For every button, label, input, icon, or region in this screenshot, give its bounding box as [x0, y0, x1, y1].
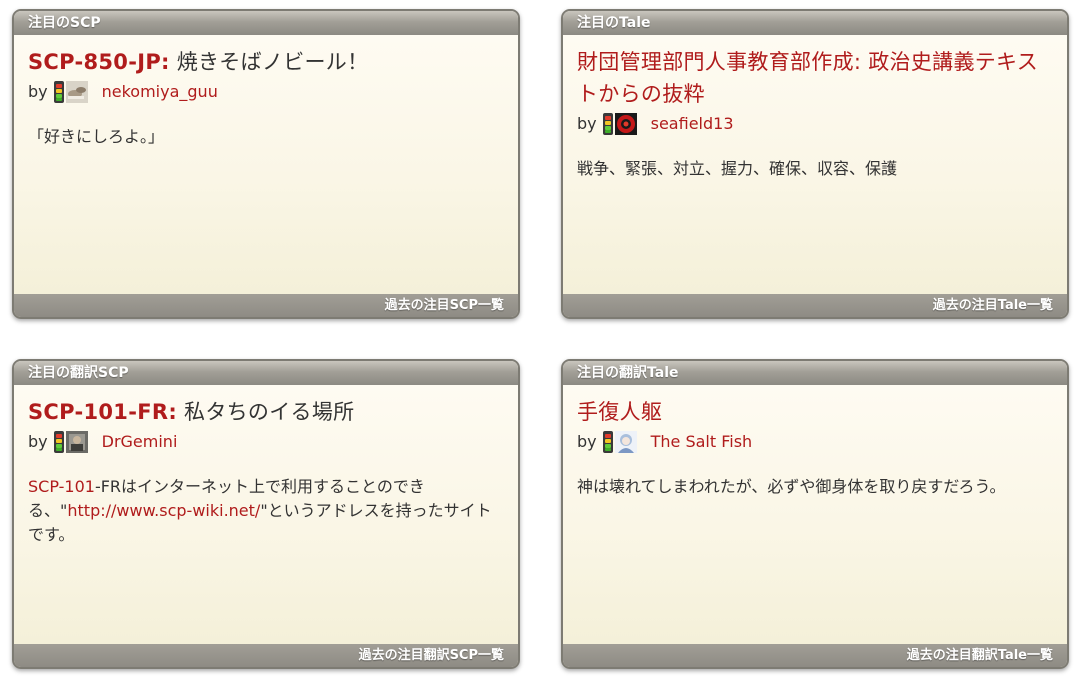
- featured-translated-tale-header: 注目の翻訳Tale: [563, 361, 1067, 385]
- featured-translated-tale-body: 手復人躯 by The Salt Fish 神は壊れてしまわれたが、必ずや御身体…: [563, 385, 1067, 499]
- featured-scp-body: SCP-850-JP: 焼きそばノビール！ by nekomiya_guu 「好…: [14, 35, 518, 149]
- featured-scp-name[interactable]: 焼きそばノビール！: [170, 50, 369, 74]
- karma-meter-icon: [602, 113, 613, 135]
- author-link[interactable]: seafield13: [651, 111, 734, 137]
- featured-tale-summary: 戦争、緊張、対立、握力、確保、収容、保護: [577, 159, 898, 178]
- featured-translated-tale-summary: 神は壊れてしまわれたが、必ずや御身体を取り戻すだろう。: [577, 477, 1006, 496]
- featured-scp-box: 注目のSCP SCP-850-JP: 焼きそばノビール！ by nekomiya…: [12, 9, 520, 319]
- featured-translated-tale-byline: by The Salt Fish: [577, 429, 1053, 455]
- featured-tale-name[interactable]: 財団管理部門人事教育部作成: 政治史講義テキストからの抜粋: [577, 50, 1038, 106]
- author-avatar[interactable]: [65, 81, 88, 103]
- by-label: by: [28, 432, 48, 451]
- karma-meter-icon: [53, 81, 64, 103]
- author-avatar[interactable]: [65, 431, 88, 453]
- featured-translated-scp-summary: SCP-101-FRはインターネット上で利用することのできる、"http://w…: [28, 475, 504, 547]
- scp-101-link[interactable]: SCP-101: [28, 477, 95, 496]
- featured-tale-header: 注目のTale: [563, 11, 1067, 35]
- featured-tale-title[interactable]: 財団管理部門人事教育部作成: 政治史講義テキストからの抜粋: [577, 46, 1053, 110]
- featured-scp-code[interactable]: SCP-850-JP:: [28, 50, 170, 74]
- author-link[interactable]: DrGemini: [102, 429, 178, 455]
- scp-wiki-url-link[interactable]: http://www.scp-wiki.net/: [67, 501, 260, 520]
- featured-translated-scp-box: 注目の翻訳SCP SCP-101-FR: 私タちのイる場所 by DrGemin…: [12, 359, 520, 669]
- featured-translated-scp-header: 注目の翻訳SCP: [14, 361, 518, 385]
- author-avatar[interactable]: [614, 113, 637, 135]
- karma-meter-icon: [53, 431, 64, 453]
- featured-tale-byline: by seafield13: [577, 111, 1053, 137]
- featured-tale-box: 注目のTale 財団管理部門人事教育部作成: 政治史講義テキストからの抜粋 by…: [561, 9, 1069, 319]
- by-label: by: [28, 82, 48, 101]
- featured-translated-scp-title[interactable]: SCP-101-FR: 私タちのイる場所: [28, 396, 504, 428]
- karma-meter-icon: [602, 431, 613, 453]
- featured-scp-summary: 「好きにしろよ。」: [28, 127, 165, 146]
- by-label: by: [577, 114, 597, 133]
- author-link[interactable]: nekomiya_guu: [102, 79, 218, 105]
- featured-translated-tale-title[interactable]: 手復人躯: [577, 396, 1053, 428]
- featured-translated-tale-box: 注目の翻訳Tale 手復人躯 by The Salt Fish 神は壊れてしまわ…: [561, 359, 1069, 669]
- featured-translated-scp-byline: by DrGemini: [28, 429, 504, 455]
- featured-translated-tale-name[interactable]: 手復人躯: [577, 400, 662, 424]
- past-featured-translated-tale-link[interactable]: 過去の注目翻訳Tale一覧: [563, 644, 1067, 667]
- featured-translated-scp-body: SCP-101-FR: 私タちのイる場所 by DrGemini SCP-101…: [14, 385, 518, 547]
- featured-tale-body: 財団管理部門人事教育部作成: 政治史講義テキストからの抜粋 by seafiel…: [563, 35, 1067, 181]
- author-link[interactable]: The Salt Fish: [651, 429, 753, 455]
- featured-translated-scp-name[interactable]: 私タちのイる場所: [177, 400, 354, 424]
- by-label: by: [577, 432, 597, 451]
- author-avatar[interactable]: [614, 431, 637, 453]
- featured-scp-title[interactable]: SCP-850-JP: 焼きそばノビール！: [28, 46, 504, 78]
- past-featured-scp-link[interactable]: 過去の注目SCP一覧: [14, 294, 518, 317]
- past-featured-tale-link[interactable]: 過去の注目Tale一覧: [563, 294, 1067, 317]
- featured-scp-byline: by nekomiya_guu: [28, 79, 504, 105]
- featured-scp-header: 注目のSCP: [14, 11, 518, 35]
- past-featured-translated-scp-link[interactable]: 過去の注目翻訳SCP一覧: [14, 644, 518, 667]
- featured-translated-scp-code[interactable]: SCP-101-FR:: [28, 400, 177, 424]
